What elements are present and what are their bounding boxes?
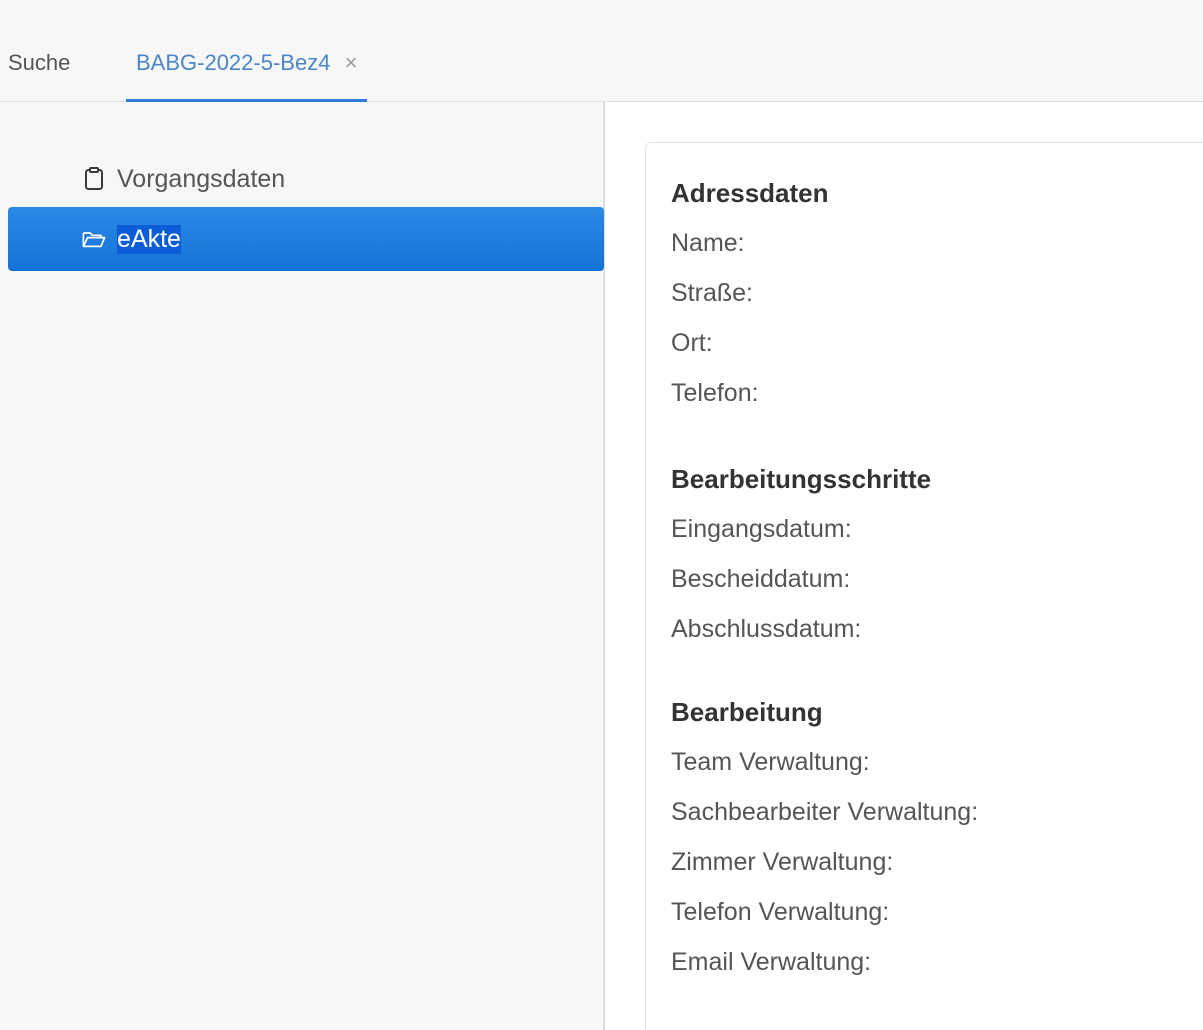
field-zimmer-verwaltung: Zimmer Verwaltung:: [671, 848, 894, 876]
folder-open-icon: [82, 227, 106, 251]
field-sachbearbeiter-verwaltung: Sachbearbeiter Verwaltung:: [671, 798, 979, 826]
section-adressdaten: Adressdaten Name: Straße: Ort: Telefon:: [671, 168, 829, 418]
close-icon[interactable]: ×: [345, 46, 358, 80]
sidebar-item-eakte[interactable]: eAkte: [8, 207, 604, 271]
main-content: Adressdaten Name: Straße: Ort: Telefon: …: [605, 102, 1203, 1030]
sidebar: Vorgangsdaten eAkte: [0, 102, 605, 1030]
app-window: Suche BABG-2022-5-Bez4 × Vorgangsdaten e…: [0, 0, 1203, 1030]
sidebar-item-label: eAkte: [117, 224, 181, 254]
sidebar-item-label: Vorgangsdaten: [117, 164, 286, 193]
tab-record-label: BABG-2022-5-Bez4: [136, 50, 331, 75]
tab-search[interactable]: Suche: [8, 46, 70, 102]
detail-card: Adressdaten Name: Straße: Ort: Telefon: …: [645, 142, 1203, 1030]
field-email-verwaltung: Email Verwaltung:: [671, 948, 872, 976]
field-team-verwaltung: Team Verwaltung:: [671, 748, 870, 776]
section-title: Bearbeitung: [671, 697, 823, 727]
section-title: Adressdaten: [671, 178, 829, 208]
field-name: Name:: [671, 229, 745, 257]
section-title: Bearbeitungsschritte: [671, 464, 932, 494]
tab-bar: Suche BABG-2022-5-Bez4 ×: [0, 0, 1203, 102]
field-bescheiddatum: Bescheiddatum:: [671, 565, 851, 593]
tab-record[interactable]: BABG-2022-5-Bez4 ×: [126, 46, 368, 102]
field-ort: Ort:: [671, 329, 713, 357]
field-telefon: Telefon:: [671, 379, 759, 407]
section-bearbeitung: Bearbeitung Team Verwaltung: Sachbearbei…: [671, 687, 978, 987]
tab-search-label: Suche: [8, 50, 71, 75]
field-telefon-verwaltung: Telefon Verwaltung:: [671, 898, 890, 926]
sidebar-item-vorgangsdaten[interactable]: Vorgangsdaten: [8, 147, 604, 211]
clipboard-icon: [82, 167, 106, 191]
field-abschlussdatum: Abschlussdatum:: [671, 615, 862, 643]
field-eingangsdatum: Eingangsdatum:: [671, 515, 852, 543]
field-strasse: Straße:: [671, 279, 753, 307]
section-bearbeitungsschritte: Bearbeitungsschritte Eingangsdatum: Besc…: [671, 454, 931, 654]
